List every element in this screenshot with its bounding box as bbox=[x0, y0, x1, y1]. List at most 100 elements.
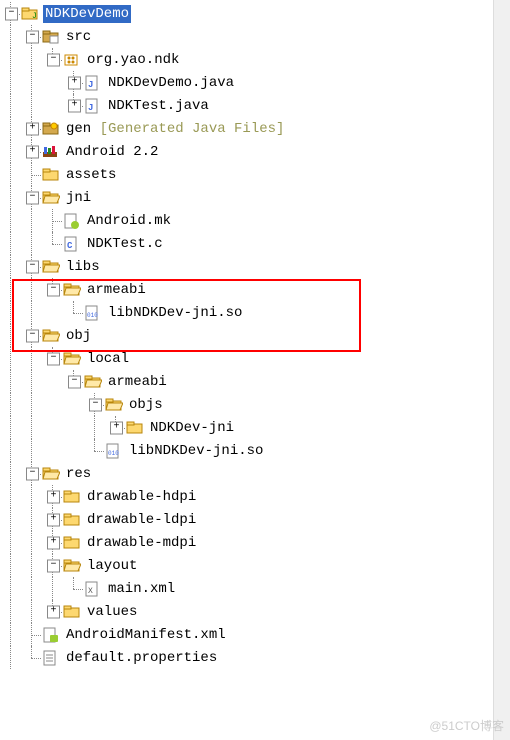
svg-text:010: 010 bbox=[87, 312, 98, 319]
watermark: @51CTO博客 bbox=[429, 717, 504, 734]
tree-row-drawable-mdpi[interactable]: + drawable-mdpi bbox=[0, 531, 510, 554]
svg-text:C: C bbox=[67, 241, 73, 251]
c-file-icon: C bbox=[63, 236, 81, 252]
folder-open-icon bbox=[42, 190, 60, 206]
folder-open-icon bbox=[63, 558, 81, 574]
expand-toggle[interactable]: + bbox=[68, 76, 81, 89]
tree-label: Android.mk bbox=[85, 212, 173, 230]
tree-row-c-file[interactable]: C NDKTest.c bbox=[0, 232, 510, 255]
tree-label: NDKDev-jni bbox=[148, 419, 236, 437]
tree-row-jni[interactable]: − jni bbox=[0, 186, 510, 209]
collapse-toggle[interactable]: − bbox=[47, 283, 60, 296]
tree-label: NDKTest.c bbox=[85, 235, 165, 253]
tree-row-ndkdev-jni[interactable]: + NDKDev-jni bbox=[0, 416, 510, 439]
svg-text:J: J bbox=[88, 103, 93, 113]
tree-row-local[interactable]: − local bbox=[0, 347, 510, 370]
tree-row-so-file[interactable]: 010 libNDKDev-jni.so bbox=[0, 301, 510, 324]
tree-row-src[interactable]: − src bbox=[0, 25, 510, 48]
collapse-toggle[interactable]: − bbox=[26, 260, 39, 273]
scrollbar[interactable] bbox=[493, 0, 510, 740]
tree-row-gen[interactable]: + gen [Generated Java Files] bbox=[0, 117, 510, 140]
gen-folder-icon bbox=[42, 121, 60, 137]
folder-open-icon bbox=[105, 397, 123, 413]
tree-row-root[interactable]: − J NDKDevDemo bbox=[0, 2, 510, 25]
expand-toggle[interactable]: + bbox=[47, 605, 60, 618]
collapse-toggle[interactable]: − bbox=[26, 191, 39, 204]
collapse-toggle[interactable]: − bbox=[26, 329, 39, 342]
tree-label: main.xml bbox=[106, 580, 177, 598]
tree-row-obj[interactable]: − obj bbox=[0, 324, 510, 347]
tree-label: armeabi bbox=[106, 373, 169, 391]
expand-toggle[interactable]: + bbox=[47, 490, 60, 503]
collapse-toggle[interactable]: − bbox=[26, 467, 39, 480]
library-icon bbox=[42, 144, 60, 160]
tree-label: drawable-mdpi bbox=[85, 534, 198, 552]
tree-row-java-file[interactable]: + J NDKTest.java bbox=[0, 94, 510, 117]
tree-label: values bbox=[85, 603, 139, 621]
tree-label: assets bbox=[64, 166, 118, 184]
expand-toggle[interactable]: + bbox=[47, 536, 60, 549]
tree-row-assets[interactable]: assets bbox=[0, 163, 510, 186]
folder-open-icon bbox=[42, 259, 60, 275]
collapse-toggle[interactable]: − bbox=[47, 53, 60, 66]
tree-row-layout[interactable]: − layout bbox=[0, 554, 510, 577]
tree-label: Android 2.2 bbox=[64, 143, 160, 161]
svg-text:010: 010 bbox=[108, 450, 119, 457]
tree-label: libs bbox=[64, 258, 102, 276]
collapse-toggle[interactable]: − bbox=[47, 352, 60, 365]
source-folder-icon bbox=[42, 29, 60, 45]
tree-row-makefile[interactable]: Android.mk bbox=[0, 209, 510, 232]
tree-label: libNDKDev-jni.so bbox=[106, 304, 244, 322]
folder-icon bbox=[42, 167, 60, 183]
tree-label: obj bbox=[64, 327, 93, 345]
tree-row-default-props[interactable]: default.properties bbox=[0, 646, 510, 669]
tree-row-so-file2[interactable]: 010 libNDKDev-jni.so bbox=[0, 439, 510, 462]
expand-toggle[interactable]: + bbox=[68, 99, 81, 112]
tree-label: src bbox=[64, 28, 93, 46]
expand-toggle[interactable]: + bbox=[26, 122, 39, 135]
tree-row-res[interactable]: − res bbox=[0, 462, 510, 485]
properties-file-icon bbox=[42, 650, 60, 666]
expand-toggle[interactable]: + bbox=[26, 145, 39, 158]
folder-icon bbox=[63, 512, 81, 528]
collapse-toggle[interactable]: − bbox=[68, 375, 81, 388]
collapse-toggle[interactable]: − bbox=[26, 30, 39, 43]
expand-toggle[interactable]: + bbox=[47, 513, 60, 526]
tree-row-manifest[interactable]: AndroidManifest.xml bbox=[0, 623, 510, 646]
tree-label: objs bbox=[127, 396, 165, 414]
tree-label: libNDKDev-jni.so bbox=[127, 442, 265, 460]
folder-icon bbox=[63, 604, 81, 620]
tree-row-drawable-hdpi[interactable]: + drawable-hdpi bbox=[0, 485, 510, 508]
tree-row-armeabi2[interactable]: − armeabi bbox=[0, 370, 510, 393]
tree-row-objs[interactable]: − objs bbox=[0, 393, 510, 416]
java-file-icon: J bbox=[84, 75, 102, 91]
tree-label: drawable-hdpi bbox=[85, 488, 198, 506]
tree-row-values[interactable]: + values bbox=[0, 600, 510, 623]
folder-open-icon bbox=[84, 374, 102, 390]
folder-icon bbox=[63, 489, 81, 505]
tree-row-libs[interactable]: − libs bbox=[0, 255, 510, 278]
manifest-icon bbox=[42, 627, 60, 643]
tree-label: local bbox=[85, 350, 131, 368]
tree-row-armeabi[interactable]: − armeabi bbox=[0, 278, 510, 301]
tree-row-drawable-ldpi[interactable]: + drawable-ldpi bbox=[0, 508, 510, 531]
folder-open-icon bbox=[42, 466, 60, 482]
tree-row-android-lib[interactable]: + Android 2.2 bbox=[0, 140, 510, 163]
svg-text:X: X bbox=[88, 587, 93, 596]
tree-row-package[interactable]: − org.yao.ndk bbox=[0, 48, 510, 71]
tree-label: AndroidManifest.xml bbox=[64, 626, 228, 644]
collapse-toggle[interactable]: − bbox=[5, 7, 18, 20]
collapse-toggle[interactable]: − bbox=[89, 398, 102, 411]
tree-label: NDKTest.java bbox=[106, 97, 211, 115]
tree-row-java-file[interactable]: + J NDKDevDemo.java bbox=[0, 71, 510, 94]
folder-open-icon bbox=[63, 282, 81, 298]
binary-file-icon: 010 bbox=[105, 443, 123, 459]
tree-label: org.yao.ndk bbox=[85, 51, 181, 69]
xml-file-icon: X bbox=[84, 581, 102, 597]
folder-icon bbox=[126, 420, 144, 436]
tree-row-main-xml[interactable]: X main.xml bbox=[0, 577, 510, 600]
tree-label: drawable-ldpi bbox=[85, 511, 198, 529]
collapse-toggle[interactable]: − bbox=[47, 559, 60, 572]
svg-text:J: J bbox=[32, 12, 37, 21]
expand-toggle[interactable]: + bbox=[110, 421, 123, 434]
